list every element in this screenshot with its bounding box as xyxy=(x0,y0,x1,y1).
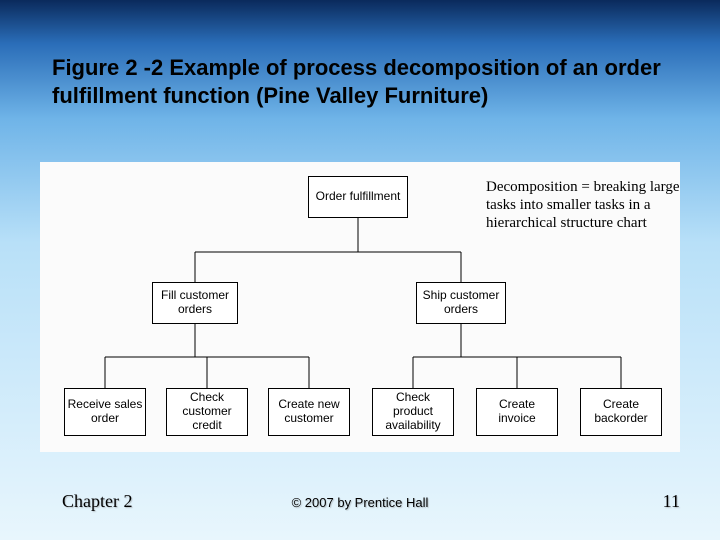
node-level2-2: Create new customer xyxy=(268,388,350,436)
node-root: Order fulfillment xyxy=(308,176,408,218)
node-level2-0: Receive sales order xyxy=(64,388,146,436)
node-level1-0: Fill customer orders xyxy=(152,282,238,324)
node-level1-1: Ship customer orders xyxy=(416,282,506,324)
node-level2-5: Create backorder xyxy=(580,388,662,436)
page-number: 11 xyxy=(663,491,680,512)
node-level2-4: Create invoice xyxy=(476,388,558,436)
annotation-text: Decomposition = breaking large tasks int… xyxy=(486,178,682,232)
node-level2-3: Check product availability xyxy=(372,388,454,436)
footer-copyright: © 2007 by Prentice Hall xyxy=(292,495,429,510)
figure-title: Figure 2 -2 Example of process decomposi… xyxy=(52,54,668,109)
footer-chapter: Chapter 2 xyxy=(62,491,132,512)
node-level2-1: Check customer credit xyxy=(166,388,248,436)
